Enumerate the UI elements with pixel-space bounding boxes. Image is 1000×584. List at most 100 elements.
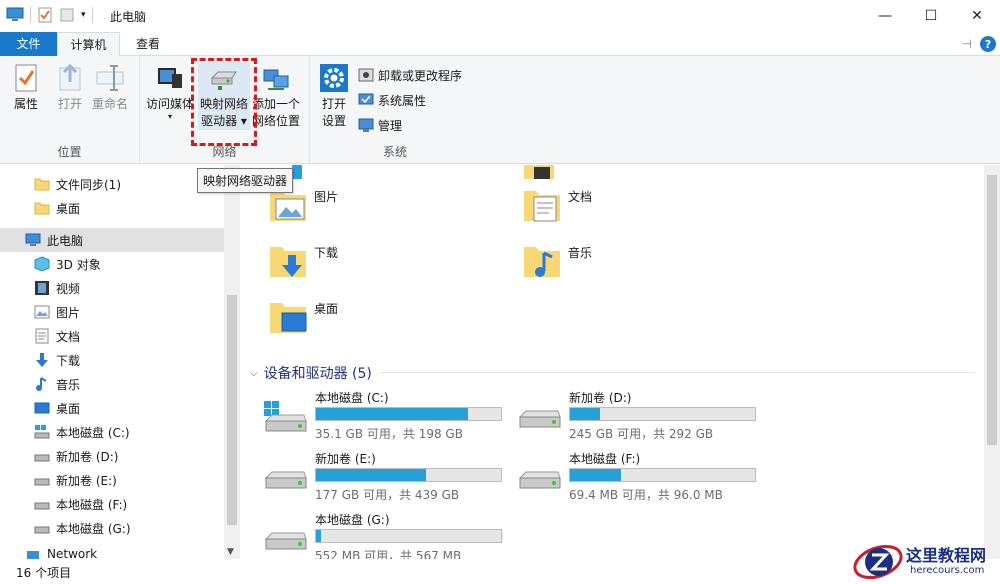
nav-item-pictures[interactable]: 图片 [0, 300, 224, 324]
properties-button[interactable]: 属性 [10, 62, 42, 113]
uninstall-programs-button[interactable]: 卸载或更改程序 [358, 64, 462, 86]
nav-item-desktop[interactable]: 桌面 [0, 396, 224, 420]
nav-scrollbar-thumb[interactable] [227, 295, 237, 525]
drive-usage-fill [570, 408, 600, 420]
uninstall-icon [358, 68, 374, 82]
drive-icon [518, 471, 561, 489]
properties-label: 属性 [13, 97, 38, 111]
drive-name: 新加卷 (E:) [315, 452, 376, 466]
nav-label: 新加卷 (D:) [56, 449, 119, 464]
drive-name: 本地磁盘 (G:) [315, 513, 390, 527]
open-icon [59, 63, 81, 91]
nav-item-drive-c[interactable]: 本地磁盘 (C:) [0, 420, 224, 444]
nav-label: 此电脑 [47, 233, 84, 248]
folder-documents[interactable]: 文档 [522, 185, 592, 225]
computer-icon [25, 233, 41, 246]
nav-item-desktop-top[interactable]: 桌面 [0, 196, 224, 220]
pin-ribbon-icon[interactable]: ⊣ [962, 37, 972, 51]
tab-view[interactable]: 查看 [124, 32, 172, 56]
drive-e[interactable]: 新加卷 (E:) 177 GB 可用，共 439 GB [262, 450, 512, 508]
scroll-down-icon[interactable]: ▼ [227, 547, 234, 557]
drive-space-info: 35.1 GB 可用，共 198 GB [315, 427, 463, 441]
annotation-highlight-box [191, 58, 257, 146]
nav-item-network[interactable]: Network [0, 547, 224, 559]
location-group-label: 位置 [57, 145, 82, 159]
folder-desktop[interactable]: 桌面 [268, 297, 338, 337]
open-button[interactable]: 打开 [54, 62, 86, 113]
rename-icon [96, 65, 124, 91]
nav-item-drive-e[interactable]: 新加卷 (E:) [0, 468, 224, 492]
devices-header-label: 设备和驱动器 (5) [263, 366, 372, 382]
access-media-button[interactable]: 访问媒体 ▾ [146, 62, 194, 121]
ribbon-tabs: 文件 计算机 查看 ⊣ ? [0, 32, 1000, 57]
nav-label: 3D 对象 [56, 257, 101, 272]
nav-item-downloads[interactable]: 下载 [0, 348, 224, 372]
nav-item-drive-f[interactable]: 本地磁盘 (F:) [0, 492, 224, 516]
add-network-location-button[interactable]: 添加一个 网络位置 [252, 62, 300, 130]
manage-button[interactable]: 管理 [358, 114, 402, 136]
media-icon [158, 68, 182, 88]
access-media-dropdown-icon: ▾ [168, 112, 173, 121]
nav-item-drive-g[interactable]: 本地磁盘 (G:) [0, 516, 224, 540]
watermark-title: 这里教程网 [906, 546, 987, 565]
drive-icon [518, 410, 561, 428]
nav-scrollbar[interactable]: ▼ [224, 165, 240, 559]
nav-item-videos[interactable]: 视频 [0, 276, 224, 300]
open-settings-button[interactable]: 打开 设置 [318, 62, 350, 130]
drive-c[interactable]: 本地磁盘 (C:) 35.1 GB 可用，共 198 GB [262, 389, 512, 447]
drive-icon [34, 454, 50, 462]
rename-button[interactable]: 重命名 [92, 62, 128, 113]
drive-icon [264, 471, 307, 489]
tab-file[interactable]: 文件 [0, 32, 57, 56]
close-button[interactable]: ✕ [954, 0, 1000, 32]
nav-item-music[interactable]: 音乐 [0, 372, 224, 396]
drive-d[interactable]: 新加卷 (D:) 245 GB 可用，共 292 GB [516, 389, 766, 447]
drive-usage-fill [316, 408, 469, 420]
devices-section-header[interactable]: ⌵ 设备和驱动器 (5) [250, 363, 372, 383]
nav-item-drive-d[interactable]: 新加卷 (D:) [0, 444, 224, 468]
properties-icon [15, 64, 37, 92]
music-folder-icon [524, 247, 560, 277]
cube-icon [34, 256, 50, 272]
drive-icon [264, 532, 307, 550]
navigation-pane: 文件同步(1) 桌面 此电脑 3D 对象 视频 图片 文档 下载 音乐 桌面 本… [0, 165, 240, 559]
item-count: 16 个项目 [16, 566, 72, 580]
folder-downloads[interactable]: 下载 [268, 241, 338, 281]
watermark-url: herecours.com [910, 565, 985, 576]
nav-item-documents[interactable]: 文档 [0, 324, 224, 348]
computer-icon[interactable] [6, 7, 24, 23]
nav-label: Network [47, 547, 98, 559]
tab-computer[interactable]: 计算机 [57, 32, 120, 57]
drive-usage-bar [569, 468, 756, 482]
music-note-icon [36, 377, 47, 391]
nav-label: 本地磁盘 (G:) [56, 521, 131, 536]
help-icon[interactable]: ? [980, 36, 996, 52]
nav-label: 桌面 [56, 201, 81, 216]
qat-dropdown-icon[interactable]: ▾ [81, 10, 86, 20]
drive-name: 新加卷 (D:) [569, 391, 632, 405]
folder-label: 下载 [314, 245, 339, 260]
maximize-button[interactable]: ☐ [908, 0, 954, 32]
nav-item-3d-objects[interactable]: 3D 对象 [0, 252, 224, 276]
nav-item-this-pc[interactable]: 此电脑 [0, 228, 224, 252]
drive-icon [34, 502, 50, 510]
windows-drive-icon [264, 401, 307, 432]
videos-folder-partial-icon [524, 165, 554, 179]
nav-item-file-sync[interactable]: 文件同步(1) [0, 172, 224, 196]
minimize-button[interactable]: — [862, 0, 908, 32]
section-divider [380, 372, 975, 373]
drive-usage-fill [316, 469, 427, 481]
content-scrollbar-thumb[interactable] [987, 175, 997, 445]
desktop-icon [34, 402, 50, 414]
content-scrollbar[interactable] [984, 165, 1000, 559]
properties-quick-icon[interactable] [37, 7, 53, 23]
folder-label: 音乐 [568, 245, 593, 260]
drive-f[interactable]: 本地磁盘 (F:) 69.4 MB 可用，共 96.0 MB [516, 450, 766, 508]
system-properties-button[interactable]: 系统属性 [358, 89, 426, 111]
watermark-logo-icon [853, 544, 903, 580]
system-properties-label: 系统属性 [378, 93, 427, 108]
drive-usage-fill [570, 469, 622, 481]
folder-music[interactable]: 音乐 [522, 241, 592, 281]
new-folder-quick-icon[interactable] [59, 7, 75, 23]
ribbon: 属性 打开 重命名 位置 访问媒体 ▾ 映射网络 驱动器 ▾ 添加一个 网络位置… [0, 56, 1000, 164]
